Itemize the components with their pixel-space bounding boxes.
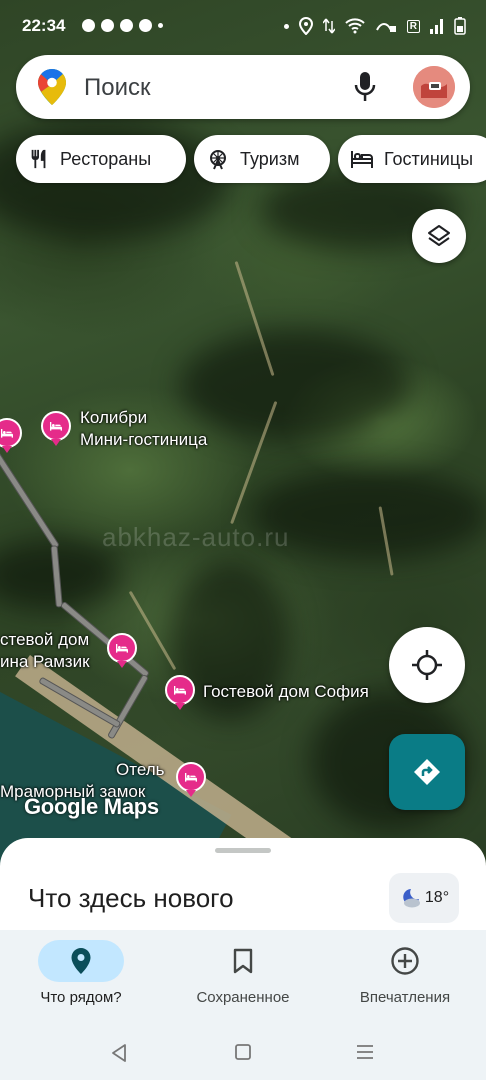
poi-label-sofia[interactable]: Гостевой дом София [203,681,369,703]
bottom-navigation: Что рядом? Сохраненное Впечатления [0,930,486,1025]
telegram-icon [139,19,152,32]
directions-icon [414,759,440,785]
wifi-icon [345,18,365,34]
bed-icon [174,686,186,695]
volte-icon [375,23,396,32]
battery-icon [454,17,466,35]
google-maps-pin-icon [38,69,66,105]
poi-label-ramzik[interactable]: стевой дом ина Рамзик [0,629,90,673]
search-bar[interactable]: Поиск [16,55,470,119]
poi-label-line: ина Рамзик [0,652,90,671]
directions-button[interactable] [389,734,465,810]
poi-label-line: Отель [116,760,165,779]
poi-label-line: Мини-гостиница [80,430,208,449]
telegram-icon [82,19,95,32]
location-icon [298,17,313,35]
notification-icons [82,19,163,32]
more-dot-icon [158,23,163,28]
road [0,451,60,550]
search-input[interactable]: Поиск [84,74,151,102]
nav-icon-wrap [362,940,448,982]
google-maps-logo: Google Maps [24,794,159,819]
system-navigation-bar [0,1025,486,1080]
poi-label-line: стевой дом [0,630,90,649]
avatar-image [413,66,455,108]
bed-icon [116,644,128,653]
chip-hotels[interactable]: Гостиницы [338,135,486,183]
signal-icon [430,19,443,34]
bed-icon [50,422,62,431]
chip-label: Гостиницы [384,148,474,169]
back-icon[interactable] [110,1043,128,1063]
roaming-badge: R [406,19,420,33]
status-time: 22:34 [22,16,66,35]
bed-icon [351,151,373,168]
chip-tourism[interactable]: Туризм [194,135,330,183]
moon-cloud-icon [403,889,420,908]
hotel-marker-ramzik[interactable] [107,633,137,668]
crosshair-icon [412,650,442,680]
weather-badge[interactable]: 18° [389,873,459,923]
hotel-marker-kolibri[interactable] [41,411,71,446]
hotel-marker-marble-castle[interactable] [176,762,206,797]
recents-icon[interactable] [356,1043,374,1061]
nav-label: Сохраненное [196,989,290,1006]
nav-label: Что рядом? [40,989,122,1006]
home-icon[interactable] [234,1043,252,1061]
poi-label-line: Колибри [80,408,148,427]
poi-label-kolibri[interactable]: Колибри Мини-гостиница [80,407,207,451]
layers-icon [428,225,450,246]
bookmark-icon [233,948,253,974]
nav-icon-wrap [38,940,124,982]
drag-handle[interactable] [215,848,271,853]
data-arrows-icon [322,18,335,34]
nav-contribute[interactable]: Впечатления [324,930,486,1025]
nav-icon-wrap [200,940,286,982]
chip-restaurants[interactable]: Рестораны [16,135,186,183]
messenger-icon [120,19,133,32]
watermark: abkhaz-auto.ru [102,522,290,552]
my-location-button[interactable] [389,627,465,703]
hotel-marker[interactable] [0,418,22,453]
ferris-wheel-icon [210,150,226,170]
bed-icon [1,429,13,438]
weather-temp: 18° [424,889,450,906]
system-icons: R [283,17,466,35]
poi-label-line: Гостевой дом София [203,682,369,701]
sheet-title: Что здесь нового [28,883,234,913]
bottom-sheet[interactable]: Что здесь нового 18° [0,838,486,938]
bed-icon [185,773,197,782]
dirt-path [128,590,177,671]
nav-label: Впечатления [359,989,451,1006]
status-bar: 22:34 R [0,0,486,52]
avatar[interactable] [413,66,455,108]
chip-label: Рестораны [60,148,152,169]
chip-label: Туризм [240,148,300,169]
dot-icon [283,23,289,29]
nav-saved[interactable]: Сохраненное [162,930,324,1025]
fork-knife-icon [31,149,46,169]
hotel-marker-sofia[interactable] [165,675,195,710]
whatsapp-icon [101,19,114,32]
location-pin-icon [71,948,91,974]
nav-explore[interactable]: Что рядом? [0,930,162,1025]
microphone-icon[interactable] [354,71,376,103]
add-circle-icon [391,947,419,975]
map-layers-button[interactable] [412,209,466,263]
